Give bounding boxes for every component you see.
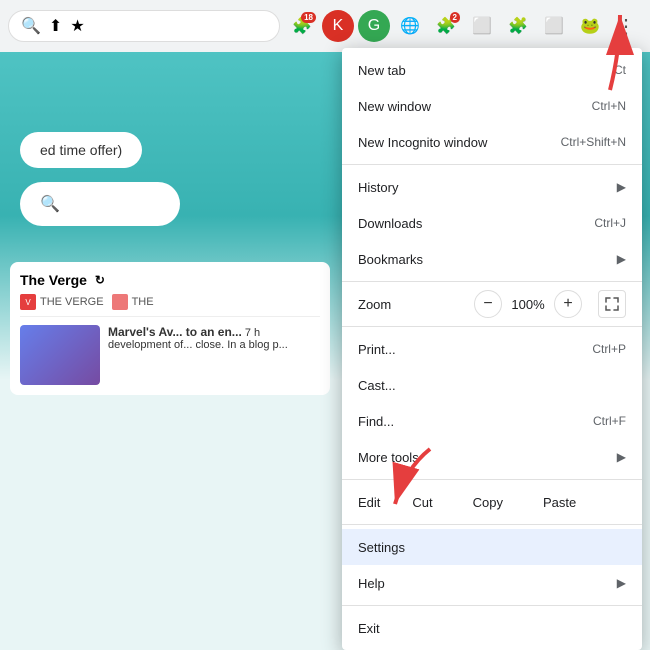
zoom-controls: − 100% + <box>474 290 626 318</box>
article-title: Marvel's Av... to an en... <box>108 325 242 339</box>
verge-logo: V <box>20 294 36 310</box>
extension-icon-3[interactable]: G <box>358 10 390 42</box>
divider-3 <box>342 326 642 327</box>
article-meta: 7 h <box>245 327 260 339</box>
edit-label: Edit <box>358 495 380 510</box>
new-tab-label: New tab <box>358 63 614 78</box>
verge-tab-2-label: THE <box>132 296 154 308</box>
history-label: History <box>358 180 617 195</box>
verge-tab-1[interactable]: V THE VERGE <box>20 294 104 310</box>
zoom-row: Zoom − 100% + <box>342 286 642 322</box>
bookmark-icon: ★ <box>70 16 84 36</box>
extension-icon-8[interactable]: ⬜ <box>538 10 570 42</box>
find-label: Find... <box>358 414 593 429</box>
menu-item-help[interactable]: Help ▶ <box>342 565 642 601</box>
extension-icon-2[interactable]: K <box>322 10 354 42</box>
extension-icon-4[interactable]: 🌐 <box>394 10 426 42</box>
help-label: Help <box>358 576 617 591</box>
zoom-value: 100% <box>510 297 546 312</box>
zoom-label: Zoom <box>358 297 474 312</box>
article-desc: development of... close. In a blog p... <box>108 339 288 351</box>
verge-tab-2[interactable]: THE <box>112 294 154 310</box>
incognito-label: New Incognito window <box>358 135 561 150</box>
article-image <box>20 325 100 385</box>
extension-badge-2: 2 <box>450 12 460 23</box>
extension-icon-7[interactable]: 🧩 <box>502 10 534 42</box>
address-bar[interactable]: 🔍 ⬆ ★ <box>8 10 280 42</box>
zoom-plus-button[interactable]: + <box>554 290 582 318</box>
verge-tab-1-label: THE VERGE <box>40 296 104 308</box>
zoom-icon: 🔍 <box>21 16 41 36</box>
bookmarks-label: Bookmarks <box>358 252 617 267</box>
zoom-minus-button[interactable]: − <box>474 290 502 318</box>
menu-item-new-tab[interactable]: New tab Ct <box>342 52 642 88</box>
zoom-fullscreen-button[interactable] <box>598 290 626 318</box>
divider-1 <box>342 164 642 165</box>
more-tools-label: More tools <box>358 450 617 465</box>
find-shortcut: Ctrl+F <box>593 414 626 428</box>
new-window-label: New window <box>358 99 592 114</box>
fullscreen-icon <box>605 297 619 311</box>
extension-icon-1[interactable]: 🧩18 <box>286 10 318 42</box>
toolbar-icons: 🧩18 K G 🌐 🧩2 ⬜ 🧩 ⬜ 🐸 ⋮ <box>286 10 642 42</box>
more-tools-arrow-icon: ▶ <box>617 450 626 464</box>
verge-section: The Verge ↻ V THE VERGE THE Marvel's Av.… <box>10 262 330 395</box>
menu-item-settings[interactable]: Settings <box>342 529 642 565</box>
downloads-shortcut: Ctrl+J <box>594 216 626 230</box>
incognito-shortcut: Ctrl+Shift+N <box>561 135 626 149</box>
extension-icon-5[interactable]: 🧩2 <box>430 10 462 42</box>
search-icon: 🔍 <box>40 194 60 214</box>
verge-tab2-logo <box>112 294 128 310</box>
divider-5 <box>342 524 642 525</box>
divider-6 <box>342 605 642 606</box>
exit-label: Exit <box>358 621 626 636</box>
verge-header: The Verge ↻ <box>20 272 320 288</box>
verge-title: The Verge <box>20 272 87 288</box>
divider-2 <box>342 281 642 282</box>
menu-item-downloads[interactable]: Downloads Ctrl+J <box>342 205 642 241</box>
help-arrow-icon: ▶ <box>617 576 626 590</box>
edit-row: Edit Cut Copy Paste <box>342 484 642 520</box>
extension-icon-9[interactable]: 🐸 <box>574 10 606 42</box>
verge-tabs: V THE VERGE THE <box>20 294 320 317</box>
menu-item-bookmarks[interactable]: Bookmarks ▶ <box>342 241 642 277</box>
extension-icon-6[interactable]: ⬜ <box>466 10 498 42</box>
browser-toolbar: 🔍 ⬆ ★ 🧩18 K G 🌐 🧩2 ⬜ 🧩 ⬜ 🐸 ⋮ <box>0 0 650 52</box>
menu-item-exit[interactable]: Exit <box>342 610 642 646</box>
limited-offer-banner: ed time offer) <box>20 132 142 168</box>
bookmarks-arrow-icon: ▶ <box>617 252 626 266</box>
menu-item-history[interactable]: History ▶ <box>342 169 642 205</box>
share-icon: ⬆ <box>49 16 62 36</box>
extension-badge-1: 18 <box>301 12 316 23</box>
refresh-icon[interactable]: ↻ <box>95 273 105 287</box>
cast-label: Cast... <box>358 378 626 393</box>
new-window-shortcut: Ctrl+N <box>592 99 626 113</box>
page-search-bar[interactable]: 🔍 <box>20 182 180 226</box>
print-shortcut: Ctrl+P <box>592 342 626 356</box>
new-tab-shortcut: Ct <box>614 63 626 77</box>
downloads-label: Downloads <box>358 216 594 231</box>
print-label: Print... <box>358 342 592 357</box>
settings-label: Settings <box>358 540 626 555</box>
menu-item-new-window[interactable]: New window Ctrl+N <box>342 88 642 124</box>
article-text: Marvel's Av... to an en... 7 h developme… <box>108 325 288 385</box>
divider-4 <box>342 479 642 480</box>
menu-item-cast[interactable]: Cast... <box>342 367 642 403</box>
limited-offer-text: ed time offer) <box>40 142 122 158</box>
article-row: Marvel's Av... to an en... 7 h developme… <box>20 325 320 385</box>
menu-item-incognito[interactable]: New Incognito window Ctrl+Shift+N <box>342 124 642 160</box>
menu-item-find[interactable]: Find... Ctrl+F <box>342 403 642 439</box>
history-arrow-icon: ▶ <box>617 180 626 194</box>
menu-item-print[interactable]: Print... Ctrl+P <box>342 331 642 367</box>
paste-button[interactable]: Paste <box>527 491 592 514</box>
copy-button[interactable]: Copy <box>457 491 519 514</box>
menu-item-more-tools[interactable]: More tools ▶ <box>342 439 642 475</box>
context-menu: New tab Ct New window Ctrl+N New Incogni… <box>342 48 642 650</box>
cut-button[interactable]: Cut <box>396 491 448 514</box>
menu-button[interactable]: ⋮ <box>610 10 642 42</box>
